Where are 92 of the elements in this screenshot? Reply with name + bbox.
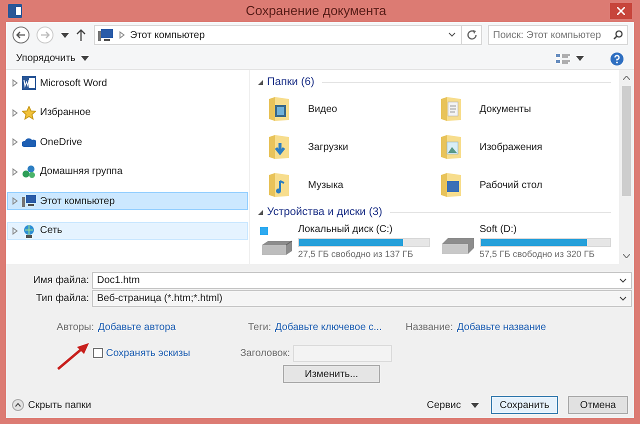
sidebar-item[interactable]: Microsoft Word <box>7 74 248 92</box>
sidebar-label: Microsoft Word <box>40 76 108 90</box>
cancel-button[interactable]: Отмена <box>568 396 628 414</box>
sidebar-label: Сеть <box>40 224 62 238</box>
expand-arrow-icon <box>12 168 18 176</box>
hide-folders-button[interactable]: Скрыть папки <box>12 398 92 412</box>
caret-icon <box>471 402 479 408</box>
folder-label[interactable]: Изображения <box>480 140 542 154</box>
drive-label[interactable]: Soft (D:) <box>480 222 611 237</box>
caret-icon <box>576 56 584 61</box>
view-options-button[interactable] <box>556 52 584 64</box>
organize-button[interactable]: Упорядочить <box>16 51 89 66</box>
document-app-icon <box>22 76 36 90</box>
meta-value-link[interactable]: Добавьте ключевое с... <box>275 320 382 334</box>
sidebar-item[interactable]: Этот компьютер <box>7 192 248 210</box>
system-drive-icon <box>260 226 294 257</box>
sidebar-item[interactable]: Домашняя группа <box>7 162 248 180</box>
expand-arrow-icon <box>12 108 18 116</box>
tools-button[interactable]: Сервис <box>426 398 479 412</box>
sidebar-item[interactable]: Сеть <box>7 222 248 240</box>
scroll-down-icon <box>623 254 630 258</box>
field-label: Имя файла: <box>32 274 90 288</box>
chevron-down-icon <box>448 32 456 38</box>
drive-free-space: 27,5 ГБ свободно из 137 ГБ <box>298 248 414 261</box>
address-path: Этот компьютер <box>130 28 206 42</box>
collapse-icon <box>12 399 24 411</box>
group-heading: Папки (6) <box>267 74 314 90</box>
expand-arrow-icon <box>12 138 18 146</box>
close-button[interactable] <box>610 3 632 19</box>
expand-arrow-icon <box>12 79 18 87</box>
group-heading: Устройства и диски (3) <box>267 204 382 220</box>
expand-arrow-icon <box>119 31 125 39</box>
folder-label[interactable]: Видео <box>308 102 338 116</box>
drive-label[interactable]: Локальный диск (C:) <box>298 222 430 237</box>
up-arrow-icon <box>76 29 86 41</box>
sidebar-label: Избранное <box>40 106 91 120</box>
collapse-arrow-icon <box>258 210 263 214</box>
field-label: Заголовок: <box>239 346 291 360</box>
scrollbar[interactable] <box>619 70 634 264</box>
computer-icon <box>22 194 36 208</box>
expand-arrow-icon <box>12 226 18 234</box>
save-button[interactable]: Сохранить <box>491 396 558 414</box>
folder-label[interactable]: Рабочий стол <box>480 178 542 192</box>
sidebar-label: Этот компьютер <box>40 194 115 208</box>
folder-label[interactable]: Музыка <box>308 178 344 192</box>
meta-label: Авторы: <box>56 320 95 334</box>
back-button[interactable] <box>12 26 30 44</box>
refresh-icon <box>466 29 478 41</box>
file-name-field[interactable]: Doc1.htm <box>92 272 632 289</box>
sidebar-item[interactable]: Избранное <box>7 104 248 122</box>
caret-icon <box>80 56 89 61</box>
search-icon <box>613 30 623 40</box>
expand-arrow-icon <box>12 197 18 205</box>
meta-value-link[interactable]: Добавьте автора <box>98 320 176 334</box>
scroll-up-icon <box>623 76 630 80</box>
sidebar-label: OneDrive <box>40 136 82 150</box>
meta-value-link[interactable]: Добавьте название <box>457 320 546 334</box>
drive-icon <box>442 238 474 256</box>
network-globe-icon <box>22 224 36 238</box>
drive-free-space: 57,5 ГБ свободно из 320 ГБ <box>480 248 596 261</box>
file-type-dropdown[interactable]: Веб-страница (*.htm;*.html) <box>92 290 632 307</box>
folder-icon <box>268 96 290 122</box>
close-icon <box>617 7 625 15</box>
address-bar[interactable]: Этот компьютер <box>94 25 482 45</box>
help-button[interactable] <box>610 52 624 66</box>
collapse-arrow-icon <box>258 80 263 84</box>
computer-icon <box>98 28 114 42</box>
chevron-down-icon <box>619 296 627 302</box>
save-thumbnails-checkbox[interactable]: Сохранять эскизы <box>93 346 237 360</box>
help-icon <box>610 52 624 66</box>
star-icon <box>22 106 36 120</box>
chevron-down-icon <box>619 278 627 284</box>
annotation-arrow <box>56 341 90 371</box>
change-button[interactable]: Изменить... <box>283 365 380 383</box>
sidebar-label: Домашняя группа <box>40 165 123 179</box>
document-app-icon <box>8 4 22 18</box>
folder-label[interactable]: Документы <box>480 102 532 116</box>
field-label: Тип файла: <box>35 292 90 306</box>
sidebar-item[interactable]: OneDrive <box>7 133 248 151</box>
homegroup-icon <box>22 164 36 178</box>
window-title: Сохранение документа <box>244 2 388 20</box>
folder-icon <box>268 172 290 198</box>
folder-icon <box>268 134 290 160</box>
folder-icon <box>440 134 462 160</box>
folder-icon <box>440 172 462 198</box>
meta-label: Теги: <box>248 320 272 334</box>
meta-label: Название: <box>405 320 454 334</box>
folder-label[interactable]: Загрузки <box>308 140 348 154</box>
caret-icon <box>61 32 69 38</box>
folder-icon <box>440 96 462 122</box>
search-field[interactable]: Поиск: Этот компьютер <box>488 25 628 45</box>
list-view-icon <box>556 52 570 64</box>
